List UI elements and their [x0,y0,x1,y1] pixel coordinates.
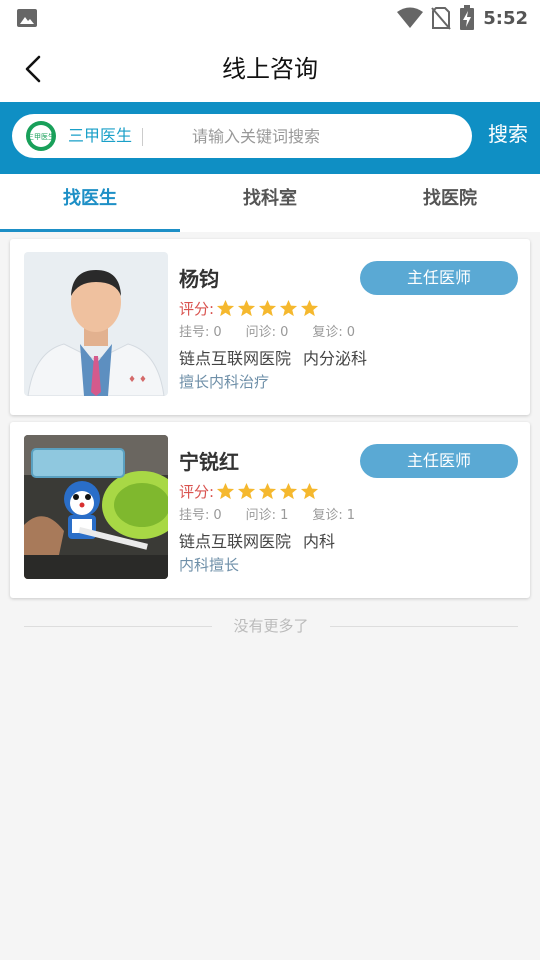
brand-logo-icon: 三甲医生 [26,121,56,151]
tab-find-doctor[interactable]: 找医生 [0,174,180,232]
rating-label: 评分: [179,299,215,318]
doctor-card[interactable]: 宁锐红 主任医师 评分: 挂号: 0 问诊: 1 复诊: 1 链点互联网医院 内科 内科… [10,422,530,598]
hospital-name: 链点互联网医院 [179,532,292,551]
list-end-indicator: 没有更多了 [24,612,518,640]
rating-row: 评分: [179,295,319,321]
doctor-photo: ♦ ♦ [24,252,168,396]
no-sim-icon [431,7,451,30]
hospital-row: 链点互联网医院 内科 [179,528,335,552]
stat-label: 问诊: [245,508,277,523]
doctor-title-badge[interactable]: 主任医师 [360,444,518,478]
hospital-name: 链点互联网医院 [179,349,292,368]
hospital-row: 链点互联网医院 内分泌科 [179,345,367,369]
stat-registrations: 挂号: 0 [179,321,222,340]
star-rating [216,299,319,318]
stat-value: 1 [346,508,356,523]
stat-value: 0 [280,325,289,340]
star-icon [217,299,235,316]
stat-consultations: 问诊: 0 [246,321,289,340]
search-band: 三甲医生 三甲医生 搜索 [0,102,540,174]
rating-label: 评分: [179,482,215,501]
page-title: 线上咨询 [222,55,318,83]
svg-text:♦ ♦: ♦ ♦ [128,375,147,385]
stats-row: 挂号: 0 问诊: 1 复诊: 1 [179,504,379,523]
stat-label: 复诊: [312,508,343,523]
doctor-title-badge[interactable]: 主任医师 [360,261,518,295]
stat-label: 挂号: [179,325,210,340]
star-icon [217,482,235,499]
stat-follow-ups: 复诊: 0 [312,321,355,340]
divider [330,626,518,627]
wifi-icon [397,7,424,28]
brand-name: 三甲医生 [68,126,133,145]
doctor-specialty: 内科擅长 [179,556,240,574]
stat-value: 0 [213,508,222,523]
star-icon [301,299,319,316]
doctor-photo [24,435,168,579]
search-box[interactable]: 三甲医生 三甲医生 [12,114,472,158]
stat-follow-ups: 复诊: 1 [312,504,355,523]
stat-label: 复诊: [312,325,343,340]
stats-row: 挂号: 0 问诊: 0 复诊: 0 [179,321,379,340]
search-input[interactable] [158,114,458,158]
star-icon [259,482,277,499]
stat-registrations: 挂号: 0 [179,504,222,523]
image-notification-icon [17,9,37,27]
tab-find-hospital[interactable]: 找医院 [360,174,540,232]
doctor-name: 宁锐红 [179,450,239,474]
tab-bar: 找医生 找科室 找医院 [0,174,540,232]
brand-logo-text: 三甲医生 [27,132,55,141]
department-name: 内科 [303,532,336,551]
department-name: 内分泌科 [303,349,368,368]
search-button[interactable]: 搜索 [488,102,528,174]
star-icon [280,299,298,316]
stat-consultations: 问诊: 1 [246,504,289,523]
stat-value: 0 [346,325,356,340]
status-bar: 5:52 [0,0,540,36]
star-icon [238,482,256,499]
rating-row: 评分: [179,478,319,504]
star-icon [301,482,319,499]
doctor-name: 杨钧 [179,267,219,291]
stat-value: 0 [213,325,222,340]
tab-find-department[interactable]: 找科室 [180,174,360,232]
stat-value: 1 [280,508,289,523]
stat-label: 问诊: [245,325,277,340]
divider [142,128,143,146]
star-rating [216,482,319,501]
doctor-card[interactable]: ♦ ♦ 杨钧 主任医师 评分: 挂号: 0 问诊: 0 复诊: 0 链点互联网医院 内分… [10,239,530,415]
star-icon [280,482,298,499]
nav-bar: 线上咨询 [0,36,540,102]
stat-label: 挂号: [179,508,210,523]
status-time: 5:52 [483,7,528,29]
battery-charging-icon [460,5,475,30]
doctor-specialty: 擅长内科治疗 [179,373,270,391]
star-icon [259,299,277,316]
star-icon [238,299,256,316]
